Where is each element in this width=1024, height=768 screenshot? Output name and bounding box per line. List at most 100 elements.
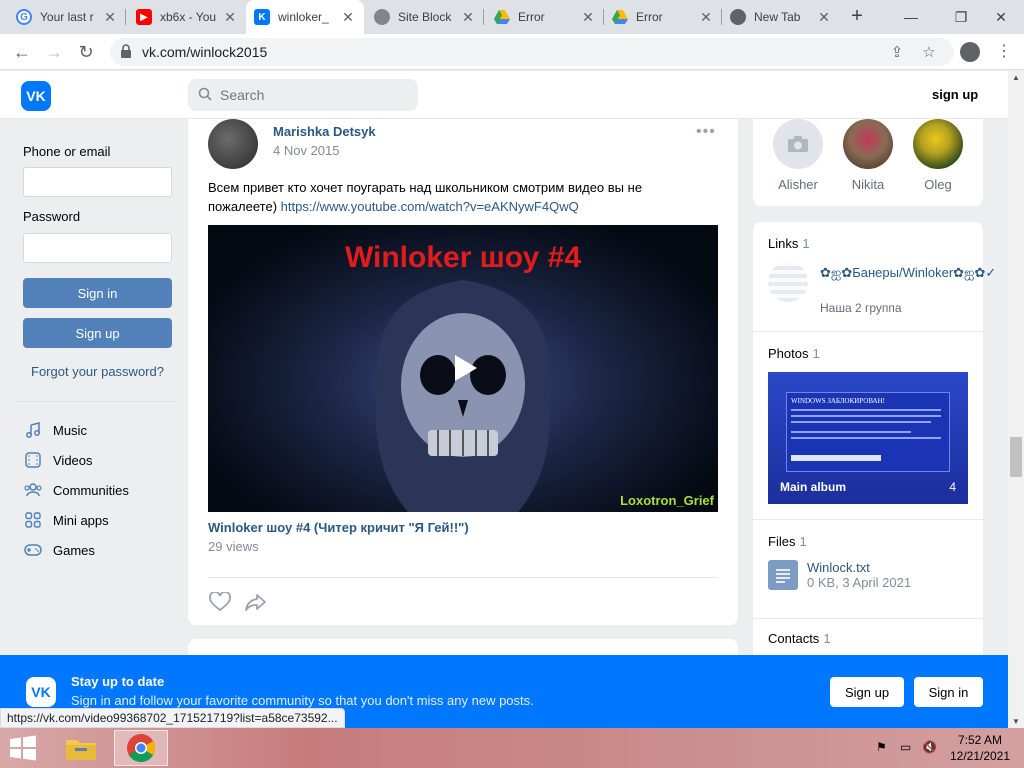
scrollbar-thumb[interactable] xyxy=(1010,437,1022,477)
video-title-link[interactable]: Winloker шоу #4 (Читер кричит "Я Гей!!") xyxy=(208,520,469,535)
post-text: Всем привет кто хочет поугарать над школ… xyxy=(208,178,708,216)
music-note-icon xyxy=(24,421,42,439)
bookmark-star-icon[interactable]: ☆ xyxy=(920,44,938,62)
tab-title: Error xyxy=(636,10,663,24)
scroll-down-icon[interactable]: ▼ xyxy=(1012,717,1020,726)
tab-title: Your last r xyxy=(40,10,94,24)
album-name: Main album xyxy=(780,480,847,494)
tab-title: Site Block xyxy=(398,10,452,24)
tab-title: xb6x - You xyxy=(160,10,217,24)
share-arrow-icon[interactable] xyxy=(245,592,267,612)
post-author[interactable]: Marishka Detsyk xyxy=(273,124,376,139)
sign-in-button[interactable]: Sign in xyxy=(23,278,172,308)
header-signup-link[interactable]: sign up xyxy=(932,87,978,102)
close-tab-icon[interactable]: ✕ xyxy=(580,9,596,26)
url-text[interactable]: vk.com/winlock2015 xyxy=(142,44,267,60)
browser-tab[interactable]: G Your last r ✕ xyxy=(8,0,126,34)
friend-item[interactable]: Alisher xyxy=(768,119,828,192)
sidebar-item-communities[interactable]: Communities xyxy=(24,480,129,500)
friend-name: Nikita xyxy=(851,177,885,192)
network-icon[interactable]: ▭ xyxy=(900,740,911,754)
file-explorer-icon[interactable] xyxy=(54,730,108,766)
links-header[interactable]: Links 1 xyxy=(768,236,810,251)
browser-tab-active[interactable]: K winloker_ ✕ xyxy=(246,0,364,34)
file-name[interactable]: Winlock.txt xyxy=(807,560,870,575)
profile-avatar-icon[interactable] xyxy=(960,42,980,62)
back-icon[interactable]: ← xyxy=(10,40,34,64)
link-title[interactable]: ✿ஐ✿Банеры/Winloker✿ஐ✿✓ xyxy=(820,264,996,281)
friend-avatar xyxy=(913,119,963,169)
share-icon[interactable]: ⇪ xyxy=(888,44,906,62)
chrome-taskbar-icon[interactable] xyxy=(114,730,168,766)
vk-logo: VK xyxy=(26,677,56,707)
close-tab-icon[interactable]: ✕ xyxy=(816,9,832,26)
browser-tab[interactable]: ▶ xb6x - You ✕ xyxy=(128,0,246,34)
search-icon xyxy=(198,87,212,105)
browser-menu-icon[interactable]: ⋮ xyxy=(996,42,1012,62)
post-link[interactable]: https://www.youtube.com/watch?v=eAKNywF4… xyxy=(281,199,579,214)
sidebar-item-videos[interactable]: Videos xyxy=(24,450,93,470)
files-header[interactable]: Files 1 xyxy=(768,534,807,549)
community-info-card: Links 1 ✿ஐ✿Банеры/Winloker✿ஐ✿✓ Наша 2 гру… xyxy=(753,222,996,655)
sidebar-item-mini-apps[interactable]: Mini apps xyxy=(24,510,109,530)
address-bar[interactable]: vk.com/winlock2015 ⇪ ☆ xyxy=(110,38,954,66)
photos-header[interactable]: Photos 1 xyxy=(768,346,820,361)
system-clock[interactable]: 7:52 AM 12/21/2021 xyxy=(944,732,1016,764)
play-icon[interactable] xyxy=(451,353,479,383)
post-date[interactable]: 4 Nov 2015 xyxy=(273,143,340,158)
windows-start-icon[interactable] xyxy=(6,734,40,762)
close-tab-icon[interactable]: ✕ xyxy=(698,9,714,26)
browser-tab[interactable]: Error ✕ xyxy=(604,0,722,34)
communities-icon xyxy=(24,481,42,499)
sidebar-item-music[interactable]: Music xyxy=(24,420,87,440)
minimize-button[interactable]: — xyxy=(888,0,934,34)
video-player[interactable]: Winloker шоу #4 Loxotron_Grief xyxy=(208,225,718,512)
sidebar-item-label: Music xyxy=(53,422,87,438)
browser-tab[interactable]: Error ✕ xyxy=(486,0,604,34)
sign-up-button[interactable]: Sign up xyxy=(23,318,172,348)
video-overlay-title: Winloker шоу #4 xyxy=(344,241,582,274)
like-heart-icon[interactable] xyxy=(209,592,231,612)
volume-muted-icon[interactable]: 🔇 xyxy=(922,740,937,754)
phone-label: Phone or email xyxy=(23,144,111,159)
close-tab-icon[interactable]: ✕ xyxy=(340,9,356,26)
photo-album[interactable]: WINDOWS ЗАБЛОКИРОВАН! Main album 4 xyxy=(768,372,968,504)
sidebar-divider xyxy=(16,401,178,402)
forward-icon[interactable]: → xyxy=(42,40,66,64)
google-drive-icon xyxy=(612,9,628,25)
banner-sign-up-button[interactable]: Sign up xyxy=(830,677,904,707)
search-input[interactable] xyxy=(220,85,400,105)
friend-item[interactable]: Oleg xyxy=(908,119,968,192)
close-tab-icon[interactable]: ✕ xyxy=(222,9,238,26)
document-icon xyxy=(768,560,798,590)
close-tab-icon[interactable]: ✕ xyxy=(102,9,118,26)
browser-toolbar: ← → ↻ vk.com/winlock2015 ⇪ ☆ ⋮ xyxy=(0,34,1024,70)
browser-tab[interactable]: Site Block ✕ xyxy=(366,0,484,34)
banner-sign-in-button[interactable]: Sign in xyxy=(914,677,983,707)
author-avatar[interactable] xyxy=(208,119,258,169)
contacts-header[interactable]: Contacts 1 xyxy=(768,631,831,646)
sidebar-item-games[interactable]: Games xyxy=(24,540,95,560)
sidebar-item-label: Games xyxy=(53,542,95,558)
mini-apps-icon xyxy=(24,511,42,529)
password-input[interactable] xyxy=(23,233,172,263)
close-window-button[interactable]: ✕ xyxy=(978,0,1024,34)
vk-logo[interactable]: VK xyxy=(21,81,51,111)
more-options-icon[interactable]: ••• xyxy=(696,123,716,141)
scroll-up-icon[interactable]: ▲ xyxy=(1012,73,1020,82)
friend-item[interactable]: Nikita xyxy=(838,119,898,192)
phone-email-input[interactable] xyxy=(23,167,172,197)
youtube-icon: ▶ xyxy=(136,9,152,25)
tab-title: Error xyxy=(518,10,545,24)
action-center-flag-icon[interactable]: ⚑ xyxy=(876,740,887,754)
forgot-password-link[interactable]: Forgot your password? xyxy=(23,364,172,379)
close-tab-icon[interactable]: ✕ xyxy=(460,9,476,26)
link-thumbnail[interactable] xyxy=(768,262,808,302)
browser-tab[interactable]: New Tab ✕ xyxy=(722,0,840,34)
sidebar-item-label: Mini apps xyxy=(53,512,109,528)
new-tab-button[interactable]: + xyxy=(846,5,868,27)
search-box[interactable] xyxy=(188,79,418,111)
page-scrollbar[interactable]: ▲ ▼ xyxy=(1008,71,1024,728)
reload-icon[interactable]: ↻ xyxy=(74,40,98,64)
lock-icon[interactable] xyxy=(120,44,132,61)
